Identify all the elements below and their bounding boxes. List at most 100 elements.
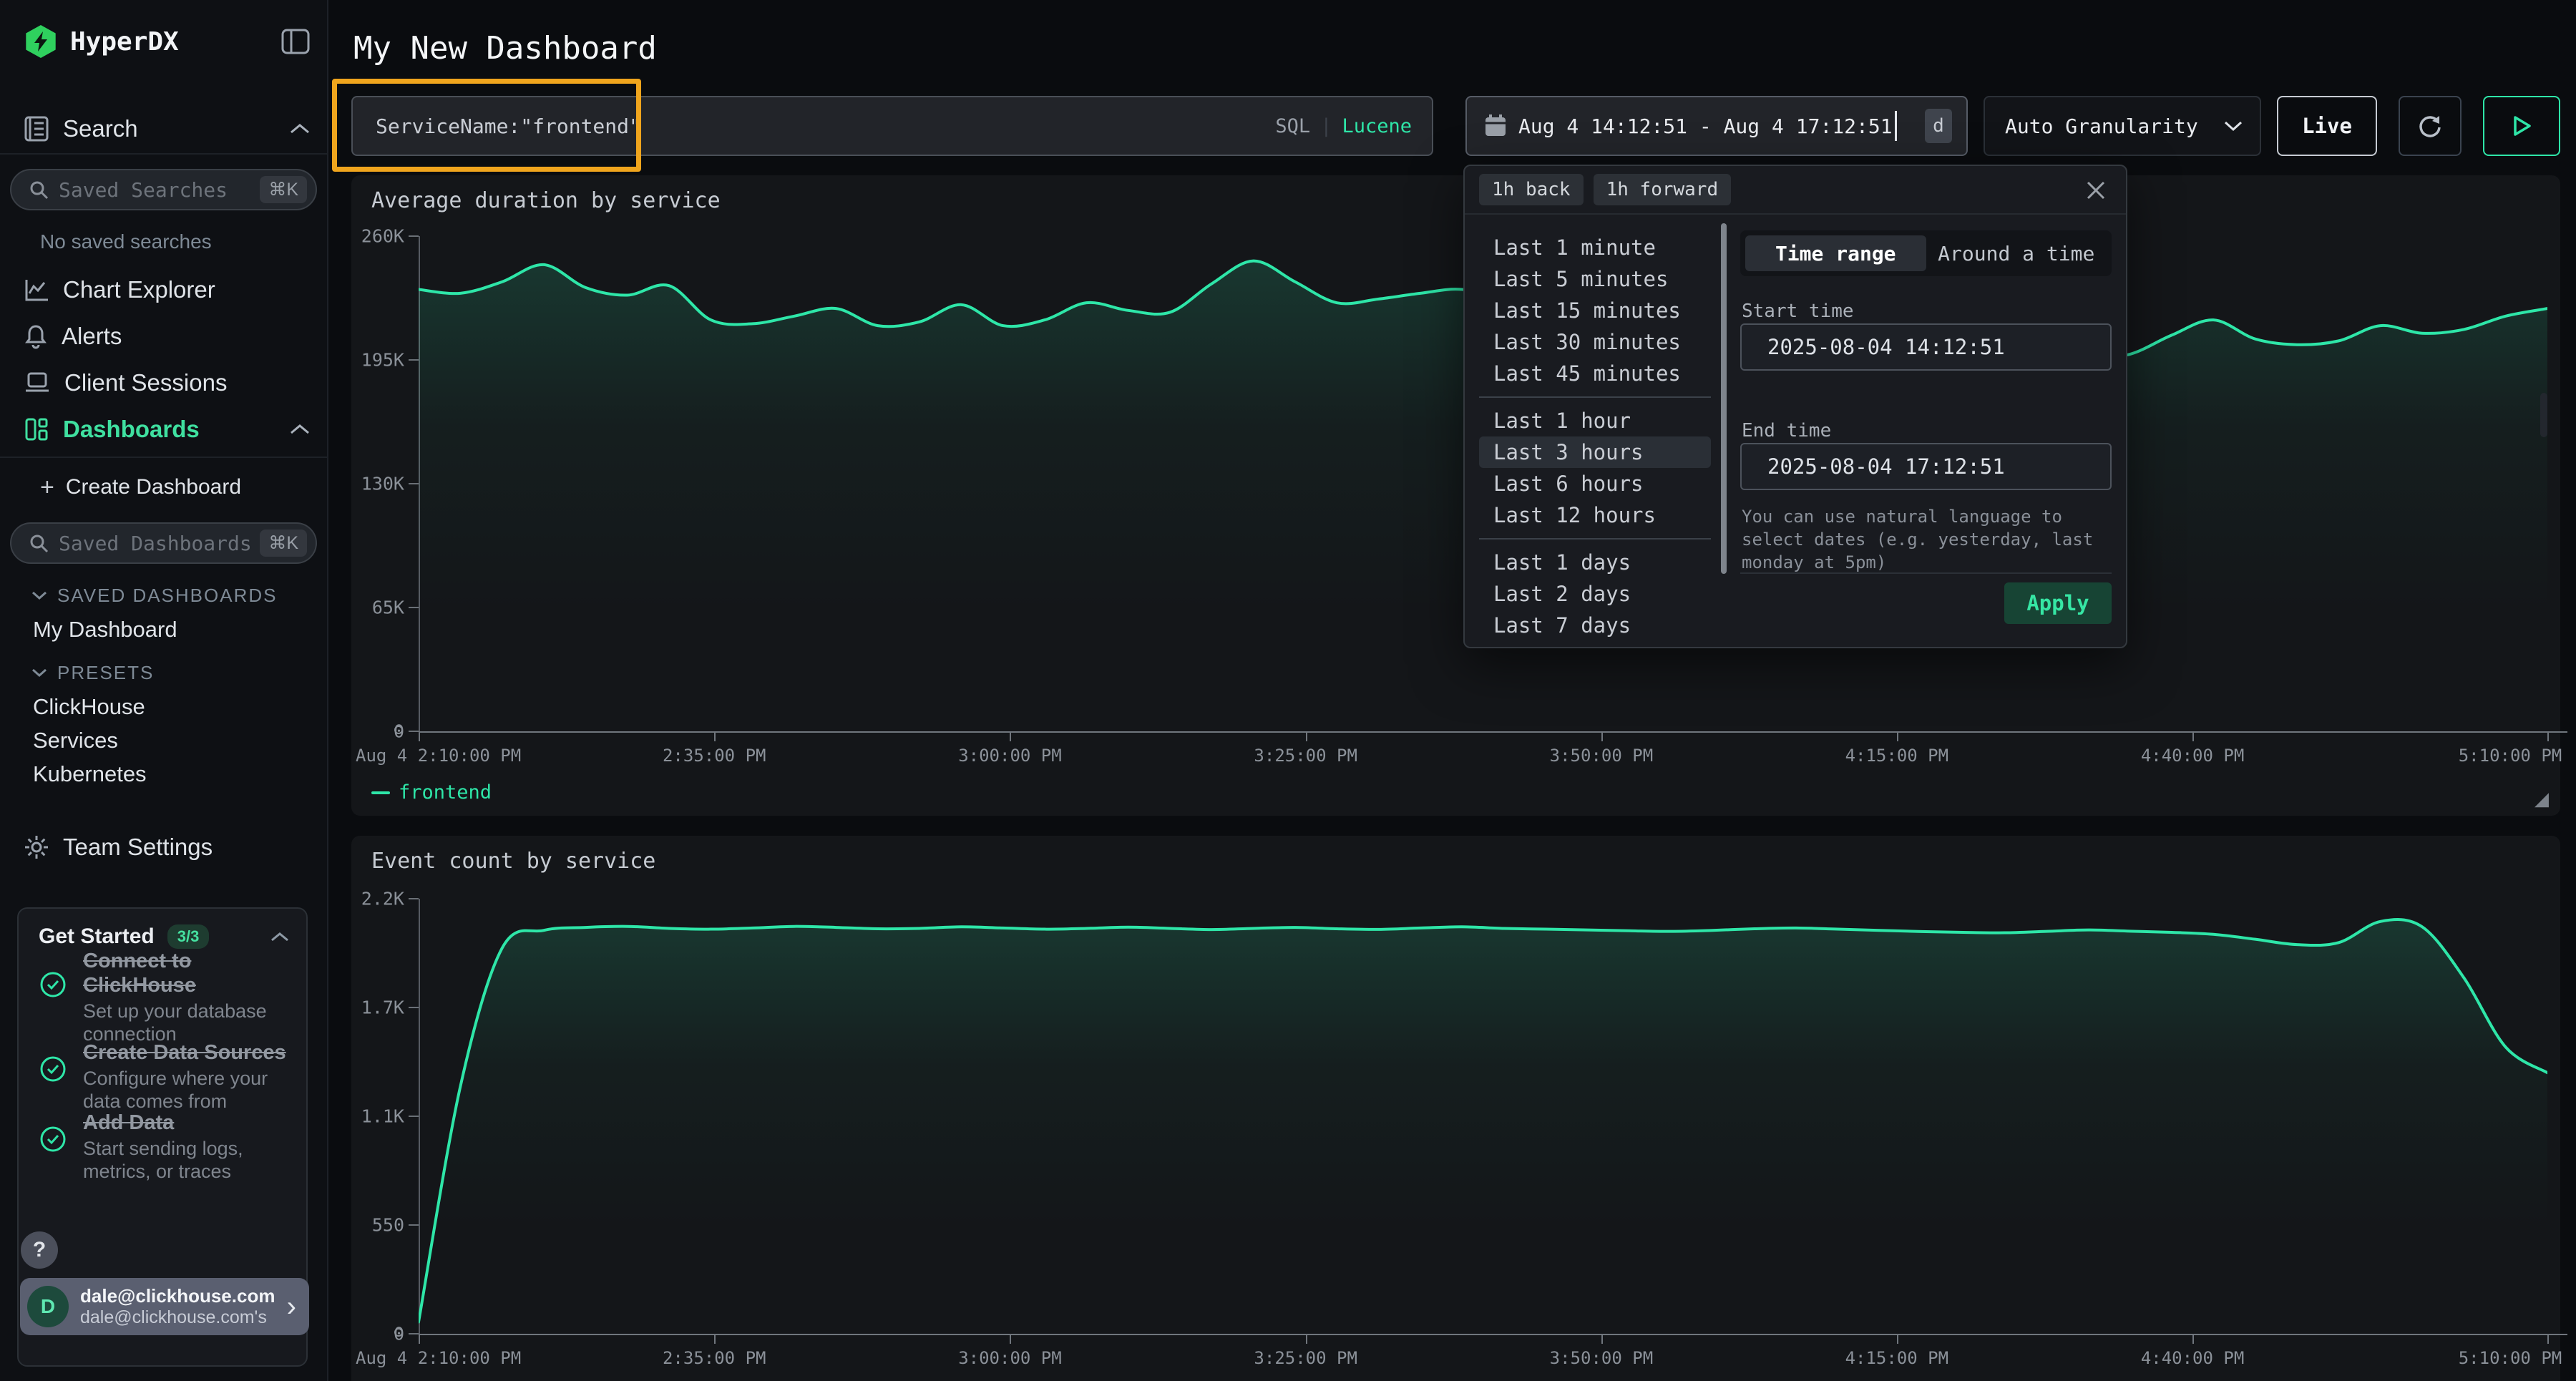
- chart-panel-avg-duration: Average duration by service 260K195K130K…: [351, 175, 2560, 816]
- preset-last-1-hour[interactable]: Last 1 hour: [1479, 405, 1711, 436]
- y-tick-mark: [409, 1333, 419, 1334]
- live-button[interactable]: Live: [2277, 96, 2377, 156]
- y-tick-label: 195K: [361, 350, 404, 371]
- chart-panel-event-count: Event count by service 2.2K1.7K1.1K5500A…: [351, 836, 2560, 1381]
- check-circle-icon: [39, 970, 67, 1046]
- sidebar-collapse-icon[interactable]: [281, 29, 310, 54]
- check-circle-icon: [39, 1125, 67, 1183]
- sql-toggle[interactable]: SQL: [1275, 115, 1310, 137]
- user-menu[interactable]: D dale@clickhouse.com dale@clickhouse.co…: [20, 1278, 309, 1335]
- chevron-down-icon: [31, 668, 47, 678]
- laptop-icon: [24, 371, 50, 394]
- section-title: PRESETS: [57, 662, 154, 684]
- preset-last-45-minutes[interactable]: Last 45 minutes: [1479, 358, 1711, 389]
- preset-last-5-minutes[interactable]: Last 5 minutes: [1479, 263, 1711, 295]
- section-title: SAVED DASHBOARDS: [57, 585, 277, 607]
- lucene-toggle[interactable]: Lucene: [1342, 115, 1412, 137]
- chevron-up-icon: [290, 123, 310, 135]
- sidebar-item-team-settings[interactable]: Team Settings: [0, 827, 328, 867]
- preset-last-2-days[interactable]: Last 2 days: [1479, 578, 1711, 610]
- sidebar-item-label: Chart Explorer: [63, 276, 215, 303]
- y-tick-mark: [409, 607, 419, 608]
- task-add-data[interactable]: Add Data Start sending logs, metrics, or…: [39, 1111, 292, 1183]
- preset-last-1-minute[interactable]: Last 1 minute: [1479, 232, 1711, 263]
- end-time-input[interactable]: 2025-08-04 17:12:51: [1740, 443, 2112, 490]
- x-tick-label: 4:15:00 PM: [1845, 1348, 1949, 1368]
- x-tick-mark: [714, 731, 716, 741]
- start-time-label: Start time: [1742, 301, 1854, 322]
- sidebar-item-dashboards[interactable]: Dashboards: [0, 409, 328, 449]
- section-saved-dashboards[interactable]: SAVED DASHBOARDS: [31, 581, 277, 610]
- chevron-right-icon: ›: [287, 1292, 296, 1321]
- saved-searches-placeholder: Saved Searches: [59, 178, 260, 202]
- create-dashboard-button[interactable]: + Create Dashboard: [0, 469, 328, 506]
- user-team: dale@clickhouse.com's: [80, 1307, 287, 1328]
- language-separator: |: [1320, 115, 1332, 137]
- preset-last-14-days[interactable]: Last 14 days: [1479, 641, 1711, 648]
- sidebar-item-chart-explorer[interactable]: Chart Explorer: [0, 270, 328, 310]
- task-desc: Start sending logs, metrics, or traces: [83, 1138, 292, 1183]
- preset-last-12-hours[interactable]: Last 12 hours: [1479, 499, 1711, 531]
- granularity-select[interactable]: Auto Granularity: [1984, 96, 2261, 156]
- y-tick-mark: [409, 1007, 419, 1008]
- popover-scrollbar-thumb[interactable]: [1721, 223, 1727, 574]
- x-axis-line: [419, 1334, 2567, 1335]
- saved-dashboards-input[interactable]: Saved Dashboards ⌘K: [10, 522, 317, 564]
- apply-button[interactable]: Apply: [2004, 582, 2112, 624]
- panel-scrollbar-thumb[interactable]: [2540, 393, 2547, 437]
- progress-badge: 3/3: [167, 924, 210, 949]
- bell-icon: [24, 323, 47, 349]
- run-query-button[interactable]: [2483, 96, 2560, 156]
- tab-around-a-time[interactable]: Around a time: [1926, 235, 2107, 271]
- sidebar-item-search[interactable]: Search: [0, 107, 328, 150]
- refresh-button[interactable]: [2399, 96, 2462, 156]
- y-tick-mark: [409, 1116, 419, 1117]
- chevron-down-icon: [31, 590, 47, 600]
- sidebar-item-services[interactable]: Services: [33, 728, 118, 753]
- preset-divider: [1479, 538, 1711, 540]
- time-range-input[interactable]: Aug 4 14:12:51 - Aug 4 17:12:51 d: [1465, 96, 1968, 156]
- chart-line-svg: [419, 899, 2547, 1334]
- close-button[interactable]: [2082, 176, 2110, 205]
- x-tick-mark: [2192, 731, 2194, 741]
- gear-icon: [24, 835, 49, 859]
- saved-searches-input[interactable]: Saved Searches ⌘K: [10, 169, 317, 210]
- preset-last-6-hours[interactable]: Last 6 hours: [1479, 468, 1711, 499]
- chart-title: Event count by service: [371, 849, 655, 874]
- preset-last-7-days[interactable]: Last 7 days: [1479, 610, 1711, 641]
- preset-last-1-days[interactable]: Last 1 days: [1479, 547, 1711, 578]
- task-create-data-sources[interactable]: Create Data Sources Configure where your…: [39, 1040, 292, 1113]
- sidebar-item-alerts[interactable]: Alerts: [0, 316, 328, 356]
- sidebar-item-kubernetes[interactable]: Kubernetes: [33, 761, 147, 787]
- shift-back-button[interactable]: 1h back: [1479, 174, 1584, 205]
- x-tick-label: 3:00:00 PM: [958, 746, 1062, 766]
- sidebar-item-clickhouse[interactable]: ClickHouse: [33, 694, 145, 720]
- chart-plot-area[interactable]: 2.2K1.7K1.1K5500Aug 4 2:10:00 PM2:35:00 …: [419, 899, 2547, 1334]
- start-time-input[interactable]: 2025-08-04 14:12:51: [1740, 323, 2112, 371]
- x-tick-label: 4:40:00 PM: [2141, 1348, 2245, 1368]
- dashboard-filter-input[interactable]: ServiceName:"frontend" SQL | Lucene: [351, 96, 1433, 156]
- x-tick-mark: [1306, 731, 1307, 741]
- tab-time-range[interactable]: Time range: [1745, 235, 1926, 271]
- preset-last-30-minutes[interactable]: Last 30 minutes: [1479, 326, 1711, 358]
- chevron-up-icon[interactable]: [270, 932, 289, 942]
- logo-row: HyperDX: [0, 21, 328, 62]
- help-button[interactable]: ?: [21, 1231, 58, 1269]
- chevron-down-icon: [2224, 120, 2243, 132]
- preset-last-3-hours[interactable]: Last 3 hours: [1479, 436, 1711, 468]
- sidebar-item-client-sessions[interactable]: Client Sessions: [0, 363, 328, 403]
- y-tick-mark: [409, 483, 419, 484]
- preset-last-15-minutes[interactable]: Last 15 minutes: [1479, 295, 1711, 326]
- x-tick-label: 3:50:00 PM: [1550, 1348, 1654, 1368]
- shift-forward-button[interactable]: 1h forward: [1594, 174, 1732, 205]
- sidebar-item-label: Alerts: [62, 323, 122, 350]
- chart-legend[interactable]: frontend: [371, 781, 492, 804]
- resize-handle-icon[interactable]: ◢: [2534, 788, 2549, 810]
- section-presets[interactable]: PRESETS: [31, 658, 154, 687]
- x-tick-label: 2:35:00 PM: [663, 746, 766, 766]
- y-tick-mark: [409, 898, 419, 899]
- sidebar-item-my-dashboard[interactable]: My Dashboard: [33, 617, 177, 643]
- y-tick-label: 65K: [372, 597, 404, 618]
- task-connect-clickhouse[interactable]: Connect to ClickHouse Set up your databa…: [39, 949, 292, 1046]
- x-tick-mark: [2547, 731, 2549, 741]
